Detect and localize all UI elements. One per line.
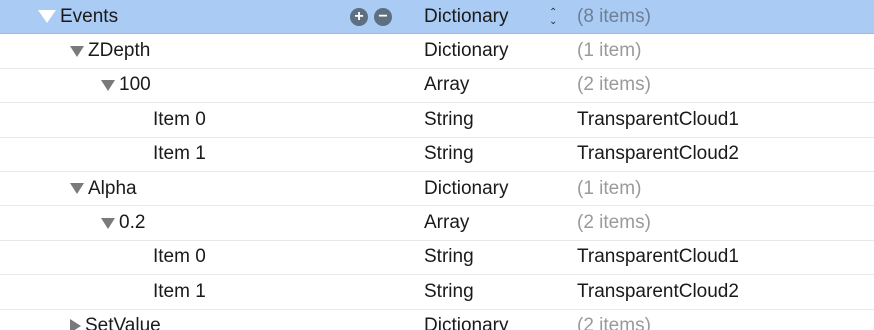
plist-row-100[interactable]: 100 Array (2 items) <box>0 69 874 104</box>
row-value: (8 items) <box>577 5 651 27</box>
plist-row-item-1[interactable]: Item 1 String TransparentCloud2 <box>0 138 874 172</box>
disclosure-triangle-icon[interactable] <box>70 319 81 330</box>
row-key[interactable]: Item 0 <box>153 246 206 268</box>
row-type[interactable]: String <box>424 275 474 308</box>
disclosure-triangle-icon[interactable] <box>70 45 84 57</box>
plist-editor: Events + − Dictionary ⌃ ⌄ (8 items) ZDep… <box>0 0 874 330</box>
row-key[interactable]: Events <box>60 6 118 28</box>
row-type[interactable]: String <box>424 241 474 274</box>
plist-row-setvalue[interactable]: SetValue Dictionary (2 items) <box>0 310 874 330</box>
row-key[interactable]: 0.2 <box>119 212 145 234</box>
key-cell: ZDepth <box>70 34 150 67</box>
remove-item-button[interactable]: − <box>374 7 392 26</box>
key-cell: Item 0 <box>153 103 206 136</box>
plist-row-item-0[interactable]: Item 0 String TransparentCloud1 <box>0 241 874 276</box>
row-value[interactable]: TransparentCloud2 <box>577 275 739 308</box>
chevron-down-icon: ⌄ <box>549 15 558 27</box>
row-key[interactable]: Alpha <box>88 178 137 200</box>
plist-row-alpha[interactable]: Alpha Dictionary (1 item) <box>0 172 874 207</box>
row-type[interactable]: Dictionary <box>424 310 508 330</box>
row-value[interactable]: TransparentCloud1 <box>577 103 739 136</box>
plist-row-events[interactable]: Events + − Dictionary ⌃ ⌄ (8 items) <box>0 0 874 35</box>
disclosure-triangle-icon[interactable] <box>101 79 115 91</box>
row-type[interactable]: Dictionary <box>424 172 508 205</box>
key-cell: Events <box>38 0 118 33</box>
row-value[interactable]: TransparentCloud2 <box>577 138 739 171</box>
key-cell: Item 1 <box>153 138 206 171</box>
row-type[interactable]: String <box>424 103 474 136</box>
row-controls: + − <box>350 0 398 33</box>
row-key[interactable]: SetValue <box>85 315 161 330</box>
key-cell: SetValue <box>70 310 161 330</box>
plist-row-item-1[interactable]: Item 1 String TransparentCloud2 <box>0 275 874 310</box>
row-value: (2 items) <box>577 212 651 234</box>
row-value: (2 items) <box>577 74 651 96</box>
disclosure-triangle-icon[interactable] <box>101 217 115 229</box>
plist-row-item-0[interactable]: Item 0 String TransparentCloud1 <box>0 103 874 138</box>
row-key[interactable]: 100 <box>119 74 151 96</box>
key-cell: 100 <box>101 69 151 102</box>
row-type[interactable]: Array <box>424 206 469 239</box>
row-key[interactable]: Item 1 <box>153 281 206 303</box>
row-value: (2 items) <box>577 315 651 330</box>
key-cell: Item 1 <box>153 275 206 308</box>
row-type[interactable]: Dictionary <box>424 34 508 67</box>
disclosure-triangle-icon[interactable] <box>38 10 56 24</box>
plist-row-0-2[interactable]: 0.2 Array (2 items) <box>0 206 874 241</box>
row-value[interactable]: TransparentCloud1 <box>577 241 739 274</box>
plist-row-zdepth[interactable]: ZDepth Dictionary (1 item) <box>0 34 874 69</box>
row-type[interactable]: Array <box>424 69 469 102</box>
row-key[interactable]: Item 0 <box>153 109 206 131</box>
add-item-button[interactable]: + <box>350 7 368 26</box>
disclosure-triangle-icon[interactable] <box>70 183 84 195</box>
row-value: (1 item) <box>577 177 642 199</box>
row-value: (1 item) <box>577 40 642 62</box>
key-cell: Item 0 <box>153 241 206 274</box>
type-stepper[interactable]: ⌃ ⌄ <box>549 0 557 33</box>
row-key[interactable]: Item 1 <box>153 143 206 165</box>
key-cell: 0.2 <box>101 206 145 239</box>
row-type[interactable]: Dictionary <box>424 0 508 33</box>
key-cell: Alpha <box>70 172 137 205</box>
row-key[interactable]: ZDepth <box>88 40 150 62</box>
row-type[interactable]: String <box>424 138 474 171</box>
